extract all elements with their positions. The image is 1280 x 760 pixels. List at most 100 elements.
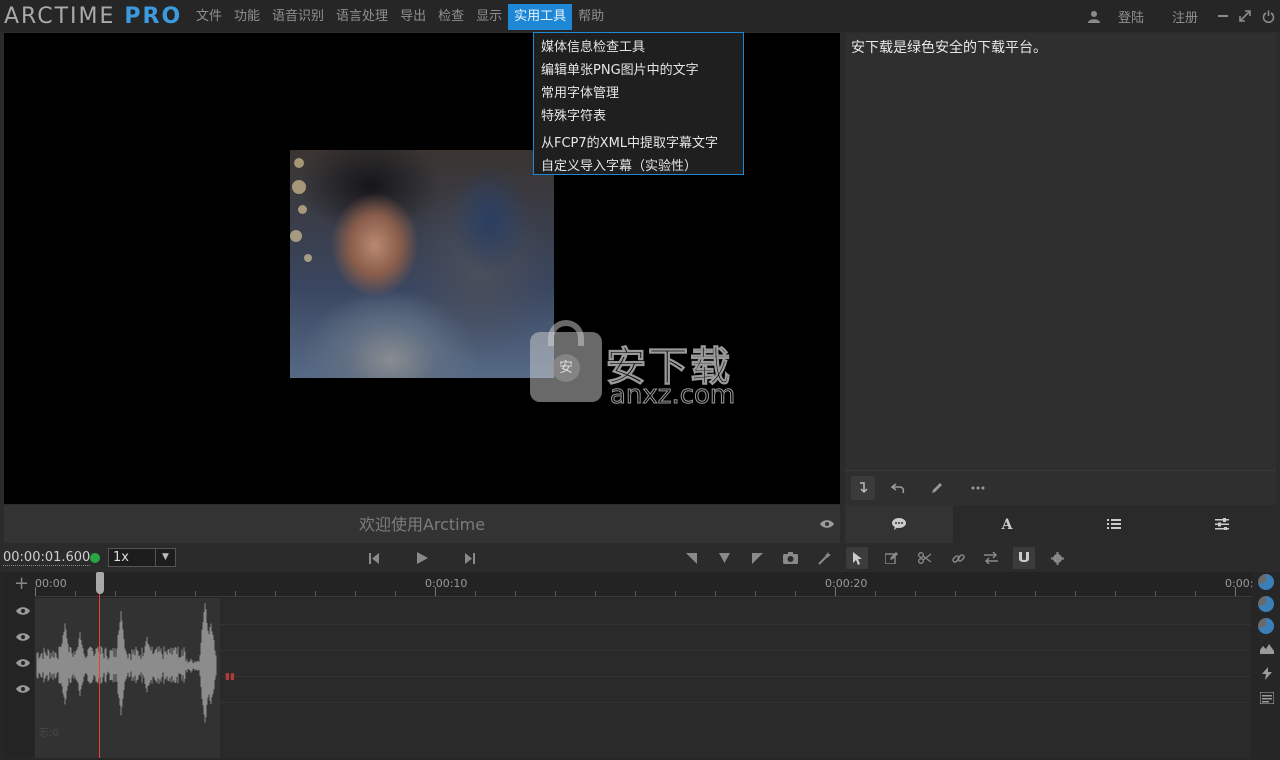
eye-icon[interactable] — [14, 683, 32, 697]
ruler-label: 0:00:20 — [825, 577, 868, 590]
ruler-tick — [595, 591, 596, 596]
ruler-tick — [315, 591, 316, 596]
menu-file[interactable]: 文件 — [190, 0, 228, 32]
mark-out-icon[interactable] — [746, 547, 768, 569]
tab-font-icon[interactable]: A — [953, 505, 1061, 543]
tab-list-icon[interactable] — [1061, 505, 1169, 543]
ruler-tick — [115, 591, 116, 596]
eye-icon[interactable] — [14, 605, 32, 619]
audio-clip[interactable]: 忘:0 — [35, 598, 220, 758]
timeline-side-tools — [1254, 572, 1280, 758]
menu-display[interactable]: 显示 — [470, 0, 508, 32]
logo-pro-text: PRO — [124, 3, 183, 29]
magic-wand-icon[interactable] — [813, 547, 835, 569]
undo-icon[interactable] — [886, 476, 910, 500]
dd-special-chars[interactable]: 特殊字符表 — [534, 105, 743, 128]
lightning-icon[interactable] — [1259, 667, 1275, 681]
play-icon[interactable] — [411, 547, 433, 569]
track-controls: + — [4, 572, 34, 758]
menu-language-processing[interactable]: 语言处理 — [330, 0, 394, 32]
tab-comment-icon[interactable] — [845, 505, 953, 543]
volume-knob[interactable] — [1258, 618, 1274, 634]
ruler-tick — [275, 591, 276, 596]
mark-in-icon[interactable] — [680, 547, 702, 569]
scissors-icon[interactable] — [913, 547, 935, 569]
minimize-icon[interactable] — [1212, 10, 1234, 22]
ruler-tick — [75, 591, 76, 596]
playhead-handle[interactable] — [96, 572, 104, 594]
dd-custom-import[interactable]: 自定义导入字幕（实验性） — [534, 155, 743, 178]
bokeh-light — [290, 230, 302, 242]
speed-select[interactable]: 1x ▼ — [108, 548, 176, 567]
login-link[interactable]: 登陆 — [1118, 7, 1144, 26]
timeline-ruler[interactable]: 00:00 0:00:10 0:00:20 0:00: — [35, 572, 1254, 597]
playhead[interactable] — [99, 572, 100, 758]
tab-settings-sliders-icon[interactable] — [1168, 505, 1276, 543]
dd-fcp7-xml[interactable]: 从FCP7的XML中提取字幕文字 — [534, 132, 743, 155]
magnet-icon[interactable] — [1013, 547, 1035, 569]
ruler-tick — [195, 591, 196, 596]
site-watermark: 安 安下载 anxz.com — [530, 318, 750, 411]
skip-forward-icon[interactable] — [459, 547, 481, 569]
arctime-window: ARCTIME PRO 文件 功能 语音识别 语言处理 导出 检查 显示 实用工… — [0, 0, 1280, 760]
dd-font-manager[interactable]: 常用字体管理 — [534, 82, 743, 105]
dd-media-info[interactable]: 媒体信息检查工具 — [534, 36, 743, 59]
link-icon[interactable] — [947, 547, 969, 569]
subtitle-text-editor[interactable]: 安下载是绿色安全的下载平台。 — [845, 33, 1276, 470]
insert-down-icon[interactable] — [851, 476, 875, 500]
marker-down-icon[interactable] — [713, 547, 735, 569]
ruler-label: 0:00:10 — [425, 577, 468, 590]
ruler-label: 0:00: — [1225, 577, 1254, 590]
video-frame-image — [290, 150, 554, 378]
subtitle-preview-bar: 欢迎使用Arctime — [4, 505, 840, 543]
waveform-chart-icon[interactable] — [1259, 642, 1275, 656]
menu-speech-recognition[interactable]: 语音识别 — [266, 0, 330, 32]
ruler-tick — [35, 587, 36, 596]
eye-icon[interactable] — [14, 631, 32, 645]
bokeh-light — [294, 158, 304, 168]
subtitle-list-icon[interactable] — [1259, 691, 1275, 706]
select-pointer-icon[interactable] — [846, 547, 868, 569]
register-link[interactable]: 注册 — [1172, 7, 1198, 26]
ruler-tick — [915, 591, 916, 596]
speed-value: 1x — [113, 550, 129, 565]
skip-back-icon[interactable] — [363, 547, 385, 569]
gear-icon[interactable] — [1046, 547, 1068, 569]
power-icon[interactable] — [1256, 10, 1280, 23]
volume-knob[interactable] — [1258, 574, 1274, 590]
text-edit-toolbar — [845, 470, 1276, 505]
timecode-display[interactable]: 00:00:01.600 — [3, 550, 91, 566]
bokeh-light — [292, 180, 306, 194]
bag-handle — [548, 320, 584, 346]
utilities-dropdown: 媒体信息检查工具 编辑单张PNG图片中的文字 常用字体管理 特殊字符表 从FCP… — [533, 32, 744, 175]
edit-icon[interactable] — [880, 547, 902, 569]
volume-knob[interactable] — [1258, 596, 1274, 612]
menu-check[interactable]: 检查 — [432, 0, 470, 32]
timeline[interactable]: + 00:00 0:00:10 0:00:20 0:00: 忘:0 ▮▮ — [0, 572, 1280, 760]
transport-bar: 00:00:01.600 1x ▼ — [0, 544, 1280, 571]
ruler-tick — [1155, 591, 1156, 596]
clip-end-marker: ▮▮ — [225, 672, 235, 682]
ruler-tick — [1235, 587, 1236, 596]
chevron-down-icon[interactable]: ▼ — [155, 549, 175, 566]
ruler-tick — [235, 591, 236, 596]
camera-icon[interactable] — [779, 547, 801, 569]
swap-icon[interactable] — [980, 547, 1002, 569]
menu-help[interactable]: 帮助 — [572, 0, 610, 32]
menu-utilities[interactable]: 实用工具 — [508, 4, 573, 30]
ruler-tick — [435, 587, 436, 596]
menu-export[interactable]: 导出 — [394, 0, 432, 32]
more-icon[interactable] — [966, 476, 990, 500]
menu-bar: ARCTIME PRO 文件 功能 语音识别 语言处理 导出 检查 显示 实用工… — [0, 0, 1280, 32]
eye-icon[interactable] — [820, 517, 834, 533]
dd-edit-png-text[interactable]: 编辑单张PNG图片中的文字 — [534, 59, 743, 82]
add-track-icon[interactable]: + — [14, 575, 29, 593]
ruler-label: 00:00 — [35, 577, 67, 590]
eye-icon[interactable] — [14, 657, 32, 671]
subtitle-text-content[interactable]: 安下载是绿色安全的下载平台。 — [845, 33, 1276, 61]
timeline-tracks[interactable]: 忘:0 ▮▮ — [35, 598, 1251, 758]
menu-function[interactable]: 功能 — [228, 0, 266, 32]
maximize-icon[interactable] — [1234, 10, 1256, 22]
pencil-icon[interactable] — [925, 476, 949, 500]
side-panel-tabs: A — [845, 505, 1276, 543]
